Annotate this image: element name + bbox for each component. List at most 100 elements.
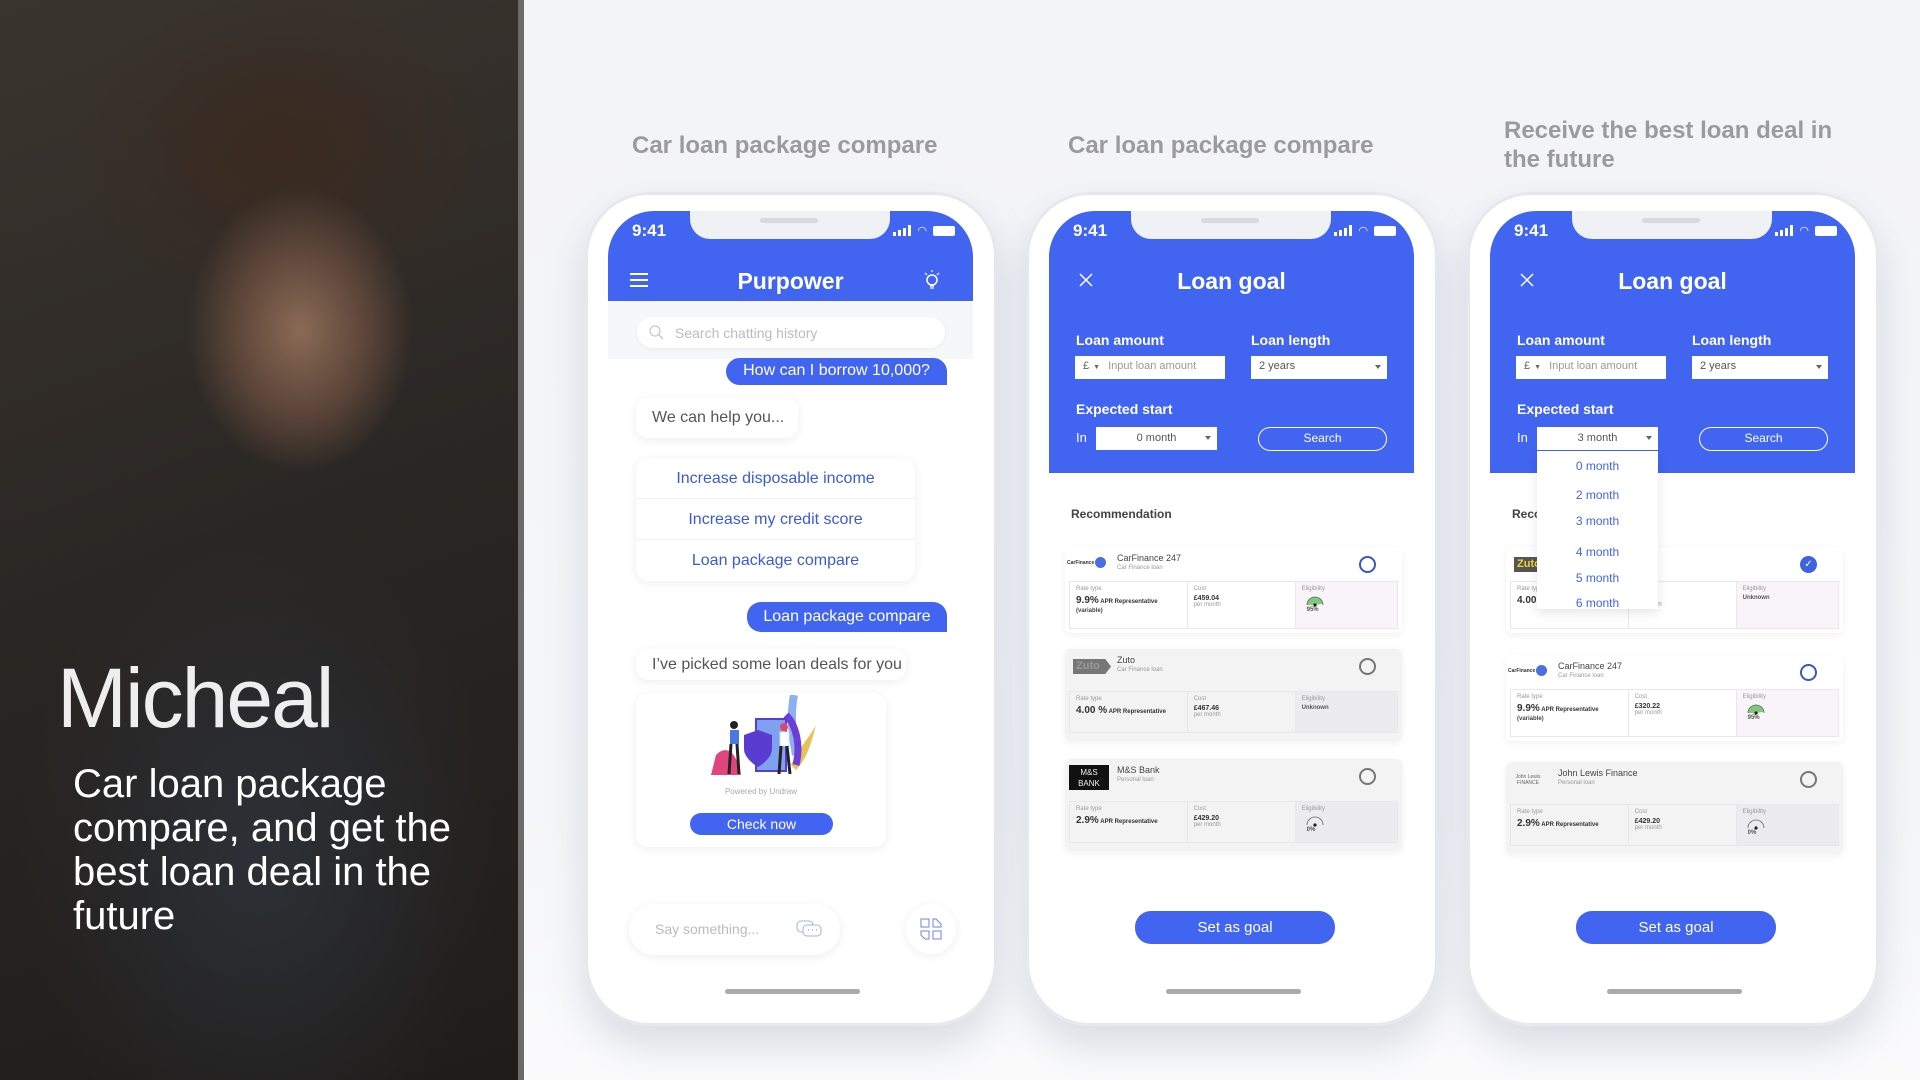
status-bar: 9:41 ◠ xyxy=(608,211,973,255)
loan-card[interactable]: Zuto Zuto Car Finance loan Rate type 4.0… xyxy=(1065,649,1402,741)
eligibility-cell: Eligibility 0% xyxy=(1736,805,1838,845)
rate-variable: (variable) xyxy=(1517,716,1544,722)
radio-unselected[interactable] xyxy=(1800,664,1817,681)
recommendation-label: Recommendation xyxy=(1071,507,1172,521)
eligibility-cell: Eligibility Unknown xyxy=(1736,582,1838,628)
loan-card[interactable]: John Lewis FINANCE John Lewis Finance Pe… xyxy=(1506,762,1843,854)
loan-illustration xyxy=(711,695,816,775)
loan-card[interactable]: CarFinance 247CarFinance CarFinance 247 … xyxy=(1065,547,1402,633)
eligibility-label: Eligibility xyxy=(1742,694,1766,700)
loan-length-select[interactable]: 2 years xyxy=(1692,356,1828,379)
amount-placeholder: Input loan amount xyxy=(1108,360,1197,372)
carfinance-logo: CarFinance 247CarFinance xyxy=(1508,665,1548,676)
hamburger-icon[interactable] xyxy=(630,273,648,287)
eligibility-value: 0% xyxy=(1306,827,1316,833)
option-increase-income[interactable]: Increase disposable income xyxy=(636,458,915,499)
per-month: per month xyxy=(1193,712,1221,718)
rate-label: Rate type xyxy=(1076,696,1102,702)
quick-options: Increase disposable income Increase my c… xyxy=(636,458,915,581)
chat-screen: Purpower 9:41 ◠ Search chatting history … xyxy=(608,211,973,1007)
dropdown-option[interactable]: 3 month xyxy=(1537,514,1658,528)
eligibility-value: Unknown xyxy=(1742,595,1770,601)
presenter-name: Micheal xyxy=(57,651,334,745)
phone-chat: Purpower 9:41 ◠ Search chatting history … xyxy=(585,192,997,1026)
rate-label: Rate type xyxy=(1076,806,1102,812)
eligibility-cell: Eligibility 95% xyxy=(1736,690,1838,736)
status-time: 9:41 xyxy=(1514,221,1549,240)
loan-card[interactable]: CarFinance 247CarFinance CarFinance 247 … xyxy=(1506,655,1843,741)
grid-icon xyxy=(920,918,942,940)
expected-start-label: Expected start xyxy=(1517,401,1614,417)
per-month: per month xyxy=(1634,710,1662,716)
rate-cell: Rate type 9.9% APR Representative (varia… xyxy=(1070,582,1188,628)
apr-label: APR Representative xyxy=(1100,819,1158,825)
radio-selected[interactable]: ✓ xyxy=(1800,556,1817,573)
currency-select[interactable]: £ xyxy=(1524,360,1530,372)
check-now-button[interactable]: Check now xyxy=(690,813,833,835)
zuto-logo: Zuto xyxy=(1073,659,1111,674)
rate-variable: (variable) xyxy=(1076,608,1103,614)
illustration-caption: Powered by Undraw xyxy=(724,787,798,796)
expected-start-select[interactable]: 0 month xyxy=(1096,427,1217,450)
loan-details: Rate type 9.9% APR Representative (varia… xyxy=(1069,581,1398,629)
grid-button[interactable] xyxy=(906,904,956,954)
column-title-1: Car loan package compare xyxy=(632,132,938,159)
dropdown-option[interactable]: 6 month xyxy=(1537,596,1658,609)
status-icons: ◠ xyxy=(1334,224,1396,237)
search-input[interactable]: Search chatting history xyxy=(637,317,945,348)
expected-start-select[interactable]: 3 month xyxy=(1537,427,1658,450)
rate-cell: Rate type 2.9% APR Representative xyxy=(1511,805,1629,845)
john-lewis-logo: John Lewis FINANCE xyxy=(1515,774,1541,786)
expected-start-dropdown[interactable]: 0 month 2 month 3 month 4 month 5 month 6 mon… xyxy=(1537,451,1658,609)
loan-amount-input[interactable]: £ ▼ Input loan amount xyxy=(1516,356,1666,379)
expected-start-value: 3 month xyxy=(1577,432,1618,444)
apr-label: APR Representative xyxy=(1100,599,1158,605)
phone-loan-goal: Loan goal Loan amount £ ▼ Input loan amoun… xyxy=(1026,192,1438,1026)
chevron-down-icon: ▼ xyxy=(1093,364,1101,371)
wifi-icon: ◠ xyxy=(1358,225,1368,237)
search-icon xyxy=(649,325,664,340)
home-indicator xyxy=(1607,989,1742,994)
dropdown-option[interactable]: 5 month xyxy=(1537,571,1658,585)
message-input[interactable]: Say something... xyxy=(629,904,840,955)
set-as-goal-button[interactable]: Set as goal xyxy=(1135,911,1335,944)
loan-length-select[interactable]: 2 years xyxy=(1251,356,1387,379)
currency-select[interactable]: £ xyxy=(1083,360,1089,372)
loan-amount-input[interactable]: £ ▼ Input loan amount xyxy=(1075,356,1225,379)
loan-type: Personal loan xyxy=(1117,777,1154,783)
eligibility-cell: Eligibility 95% xyxy=(1295,582,1397,628)
search-button[interactable]: Search xyxy=(1699,427,1828,451)
rate-value: 9.9% xyxy=(1076,595,1099,606)
option-credit-score[interactable]: Increase my credit score xyxy=(636,499,915,540)
lightbulb-icon[interactable] xyxy=(922,269,942,291)
radio-unselected[interactable] xyxy=(1359,768,1376,785)
chat-bubbles-icon[interactable] xyxy=(796,920,822,940)
cost-cell: Cost £429.20 per month xyxy=(1188,802,1296,842)
loan-type: Car Finance loan xyxy=(1117,565,1163,571)
eligibility-cell: Eligibility 0% xyxy=(1295,802,1397,842)
cost-label: Cost xyxy=(1193,696,1207,702)
battery-icon xyxy=(1374,225,1396,236)
presenter-description: Car loan package compare, and get the be… xyxy=(73,762,452,938)
radio-unselected[interactable] xyxy=(1359,556,1376,573)
option-loan-compare[interactable]: Loan package compare xyxy=(636,540,915,581)
cost-value: £459.04 xyxy=(1193,595,1220,602)
eligibility-gauge xyxy=(1306,596,1324,607)
cost-cell: Cost £429.20 per month xyxy=(1629,805,1737,845)
radio-unselected[interactable] xyxy=(1359,658,1376,675)
dropdown-option[interactable]: 2 month xyxy=(1537,488,1658,502)
lender-name: John Lewis Finance xyxy=(1558,768,1638,778)
cost-cell: Cost £459.04 per month xyxy=(1188,582,1296,628)
set-as-goal-button[interactable]: Set as goal xyxy=(1576,911,1776,944)
dropdown-option[interactable]: 4 month xyxy=(1537,545,1658,559)
battery-icon xyxy=(933,225,955,236)
search-button[interactable]: Search xyxy=(1258,427,1387,451)
loan-card[interactable]: M&S BANK M&S Bank Personal loan Rate typ… xyxy=(1065,759,1402,851)
eligibility-label: Eligibility xyxy=(1301,586,1325,592)
chevron-down-icon xyxy=(1375,365,1381,372)
radio-unselected[interactable] xyxy=(1800,771,1817,788)
rate-value: 4.00 % xyxy=(1076,705,1108,716)
dropdown-option[interactable]: 0 month xyxy=(1537,459,1658,473)
eligibility-gauge xyxy=(1306,816,1324,827)
chevron-down-icon xyxy=(1816,365,1822,372)
